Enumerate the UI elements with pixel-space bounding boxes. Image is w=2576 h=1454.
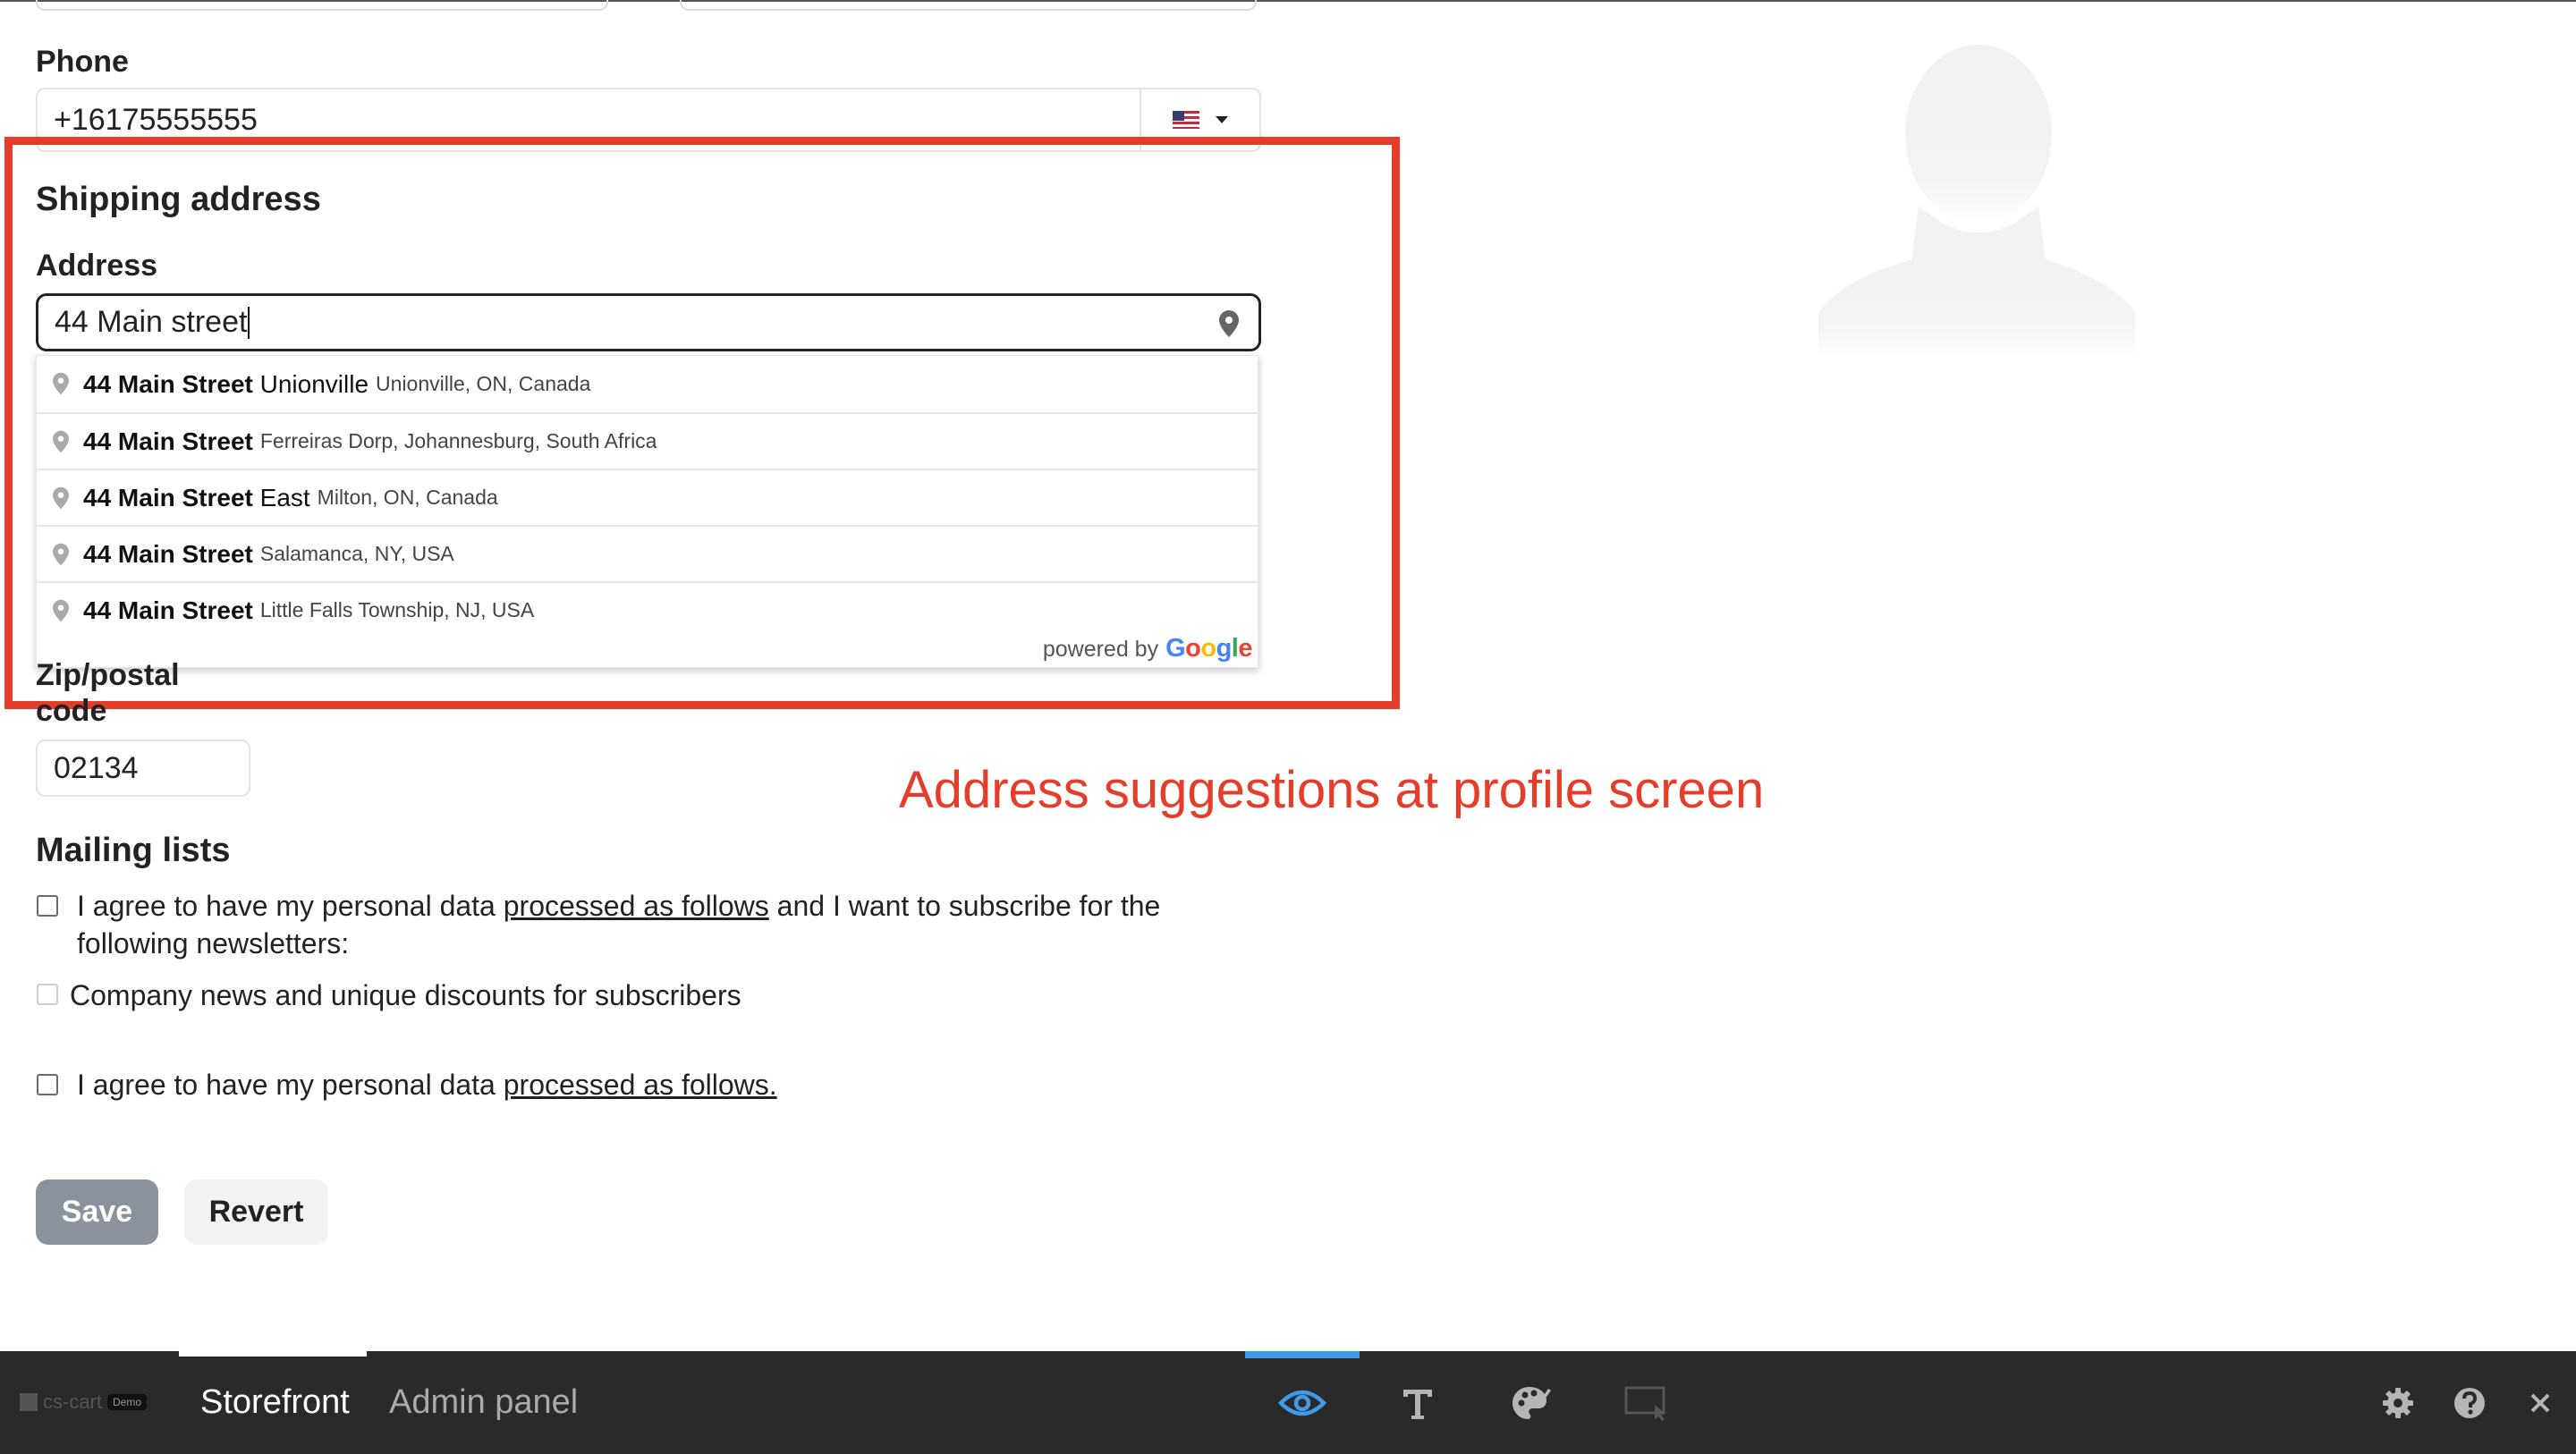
palette-icon [1513,1386,1551,1419]
consent1-pre: I agree to have my personal data [77,890,504,922]
us-flag-icon [1173,111,1199,129]
close-icon [2530,1393,2550,1412]
zip-value: 02134 [54,750,139,785]
phone-label: Phone [36,45,129,79]
tab-storefront[interactable]: Storefront [200,1351,350,1454]
revert-button[interactable]: Revert [184,1179,328,1245]
gear-icon [2383,1387,2413,1418]
tab-admin-panel[interactable]: Admin panel [389,1351,578,1454]
consent-data-text: I agree to have my personal data process… [77,1066,777,1103]
consent-data-checkbox[interactable] [37,1074,58,1095]
zip-label-line1: Zip/postal [36,658,180,692]
logo-text: cs-cart [43,1391,102,1413]
theme-editor-button[interactable] [1483,1351,1581,1454]
zip-label: Zip/postal code [36,657,180,729]
annotation-caption: Address suggestions at profile screen [899,761,1765,819]
logo-mark-icon [20,1393,38,1411]
avatar-placeholder-icon [1818,45,2135,358]
help-icon [2454,1387,2485,1418]
text-editing-button[interactable] [1368,1351,1467,1454]
text-icon [1403,1389,1432,1419]
annotation-highlight-box [4,137,1400,709]
processed-as-follows-link[interactable]: processed as follows [504,890,769,922]
bottom-toolbar: cs-cart Demo Storefront Admin panel [0,1351,2576,1454]
logo-badge: Demo [107,1394,148,1410]
previous-field-bottom [680,0,1257,11]
chevron-down-icon [1216,116,1228,123]
newsletter-label: Company news and unique discounts for su… [70,979,741,1011]
consent2-pre: I agree to have my personal data [77,1069,504,1101]
save-button[interactable]: Save [36,1179,158,1245]
cs-cart-logo: cs-cart Demo [20,1391,148,1414]
consent-subscribe-text: I agree to have my personal data process… [77,887,1267,962]
phone-value: +16175555555 [54,102,258,137]
consent-subscribe-checkbox[interactable] [37,895,58,917]
mailing-lists-title: Mailing lists [36,832,231,869]
layout-icon [1624,1386,1665,1421]
eye-icon [1278,1390,1326,1416]
layout-editor-button[interactable] [1597,1351,1696,1454]
zip-input[interactable]: 02134 [36,740,250,797]
preview-mode-button[interactable] [1253,1351,1352,1454]
newsletter-checkbox[interactable] [37,984,58,1005]
previous-field-bottom [36,0,608,11]
zip-label-line2: code [36,694,107,728]
close-toolbar-button[interactable] [2491,1351,2576,1454]
processed-as-follows-link[interactable]: processed as follows. [504,1069,777,1101]
